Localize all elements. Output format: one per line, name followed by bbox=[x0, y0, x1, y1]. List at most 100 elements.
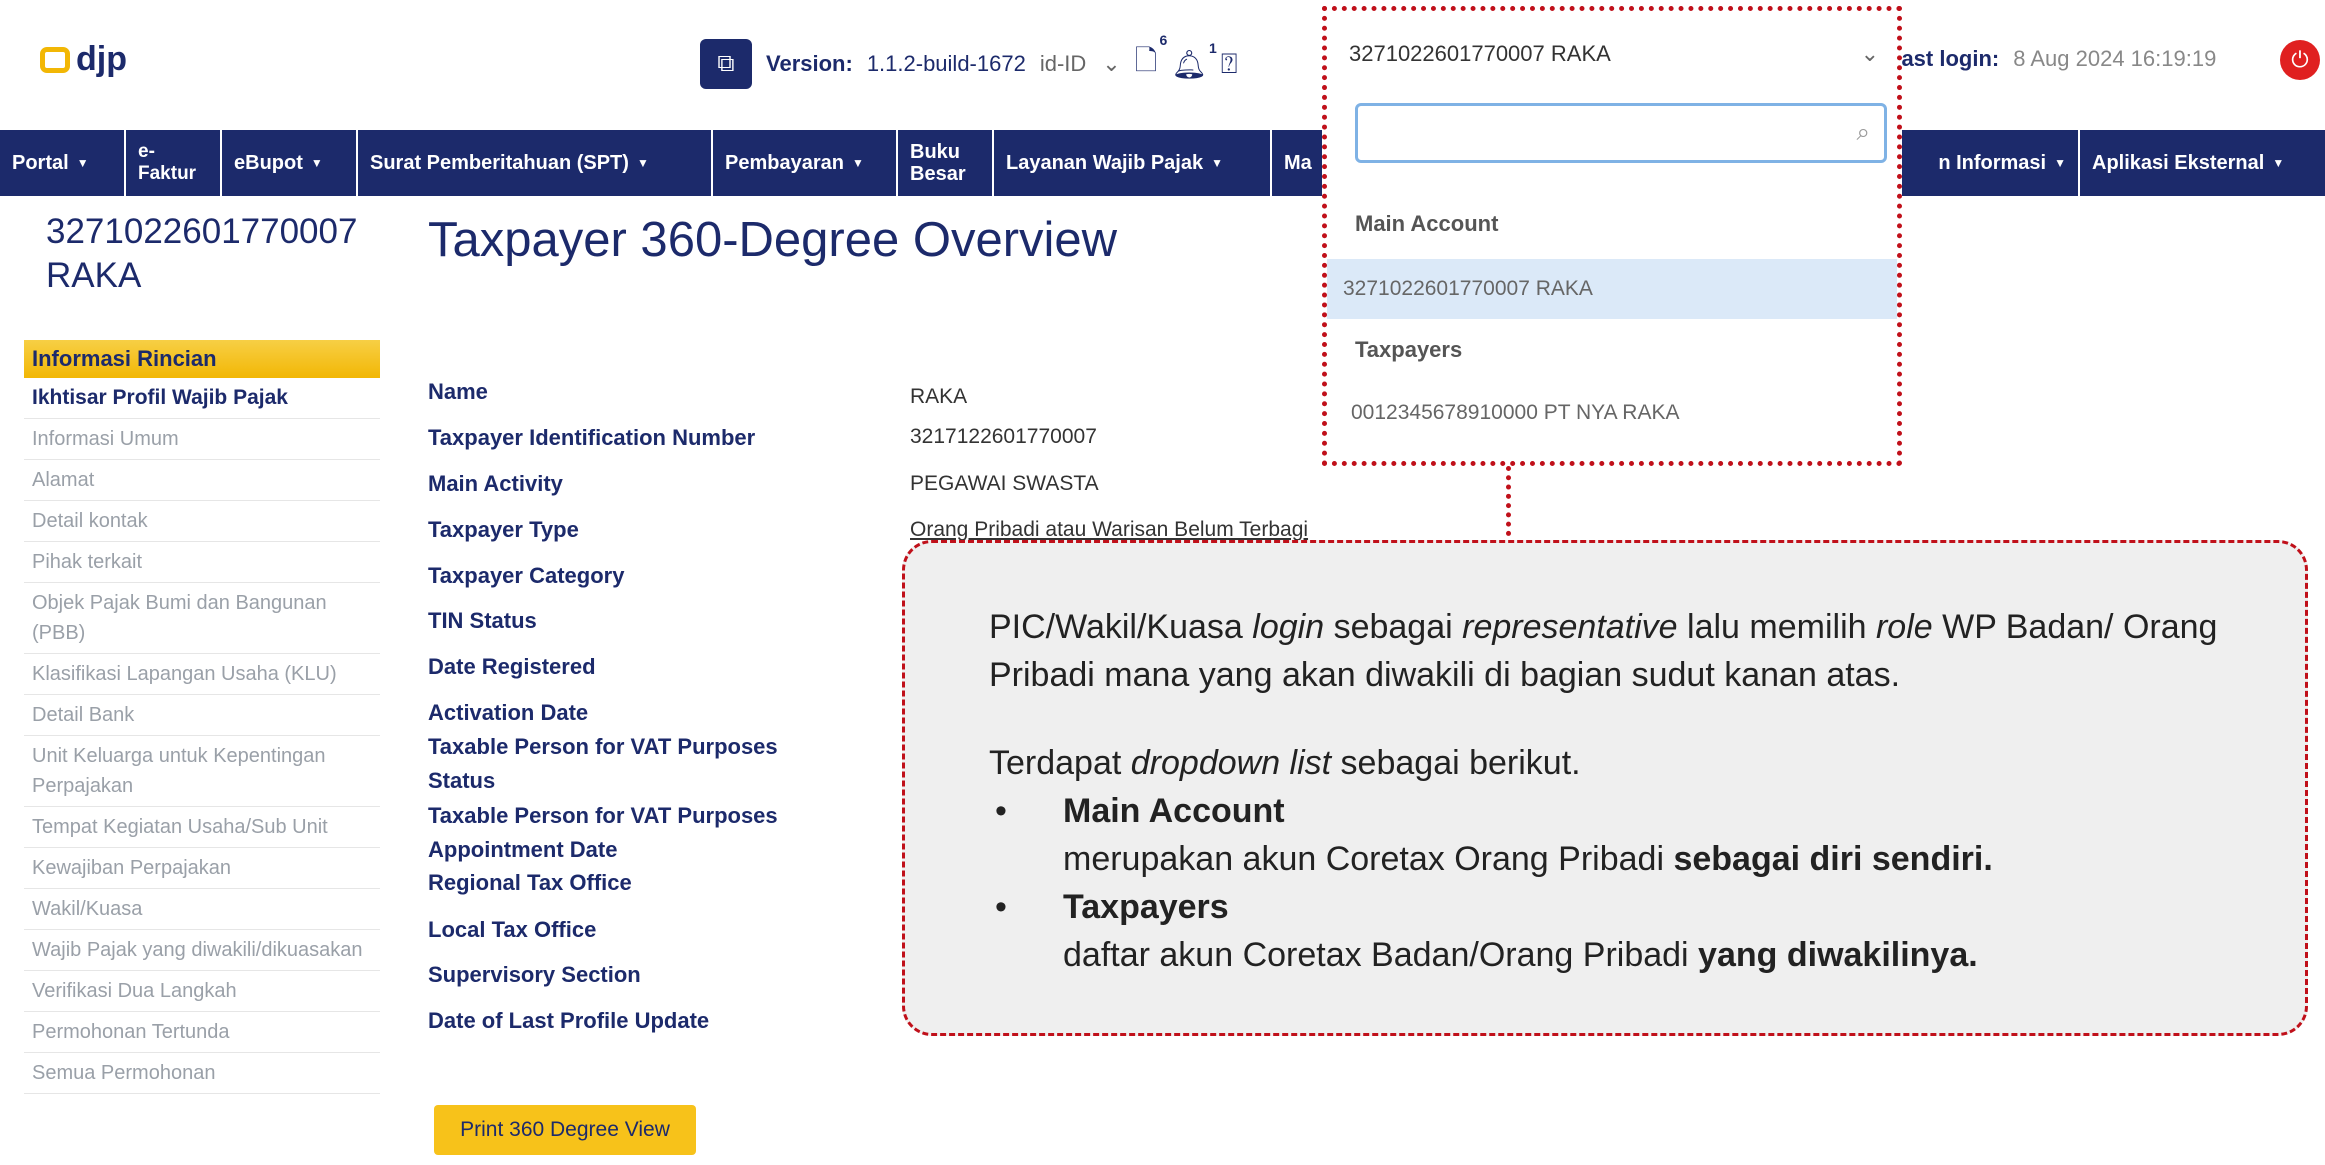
callout-list-item: • Main Account merupakan akun Coretax Or… bbox=[989, 787, 2241, 883]
sidebar-item-wakil-kuasa[interactable]: Wakil/Kuasa bbox=[24, 889, 380, 930]
print-360-button[interactable]: Print 360 Degree View bbox=[434, 1105, 696, 1155]
nav-label: n Informasi bbox=[1938, 152, 2047, 174]
field-label: Local Tax Office bbox=[428, 917, 597, 942]
sidebar-item-pbb[interactable]: Objek Pajak Bumi dan Bangunan (PBB) bbox=[24, 583, 380, 654]
nav-label: Surat Pemberitahuan (SPT) bbox=[370, 152, 629, 174]
field-label: Supervisory Section bbox=[428, 962, 641, 987]
nav-label: Layanan Wajib Pajak bbox=[1006, 152, 1204, 174]
dropdown-option-taxpayer[interactable]: 0012345678910000 PT NYA RAKA bbox=[1327, 383, 1897, 443]
callout-paragraph-2: Terdapat dropdown list sebagai berikut. bbox=[989, 739, 2241, 787]
sidebar-item-unit-keluarga[interactable]: Unit Keluarga untuk Kepentingan Perpajak… bbox=[24, 736, 380, 807]
nav-spt[interactable]: Surat Pemberitahuan (SPT) ▼ bbox=[358, 130, 713, 196]
logout-icon[interactable]: ⏻ bbox=[2280, 40, 2320, 80]
header-tools: ⧉ Version: 1.1.2-build-1672 id-ID ⌄ 🗋 6 🔔… bbox=[700, 32, 1238, 94]
copy-icon[interactable]: ⧉ bbox=[700, 39, 752, 89]
caret-down-icon: ▼ bbox=[2272, 156, 2285, 170]
bell-icon[interactable]: 🔔︎ 1 bbox=[1171, 40, 1217, 81]
sidebar-item-detail-kontak[interactable]: Detail kontak bbox=[24, 501, 380, 542]
field-label: Name bbox=[428, 379, 488, 404]
dropdown-group-main-account: Main Account bbox=[1355, 211, 1499, 236]
callout-item-text: merupakan akun Coretax Orang Pribadi bbox=[1063, 840, 1674, 878]
field-label: Date Registered bbox=[428, 654, 596, 679]
field-label: Taxable Person for VAT Purposes Appointm… bbox=[428, 803, 778, 862]
nav-layanan[interactable]: Layanan Wajib Pajak ▼ bbox=[994, 130, 1272, 196]
callout-text: Terdapat bbox=[989, 744, 1131, 782]
chevron-down-icon: ⌄ bbox=[1102, 51, 1121, 76]
field-label: Taxpayer Identification Number bbox=[428, 425, 756, 450]
field-value: Orang Pribadi atau Warisan Belum Terbagi bbox=[910, 518, 1309, 541]
callout-text: dropdown list bbox=[1130, 744, 1332, 782]
sidebar-item-verifikasi[interactable]: Verifikasi Dua Langkah bbox=[24, 971, 380, 1012]
dropdown-group-taxpayers: Taxpayers bbox=[1355, 337, 1463, 362]
search-icon: ⌕ bbox=[1856, 119, 1870, 146]
dropdown-option-taxpayer[interactable]: 0012345678910000 NYA 0012345678910000 bbox=[1327, 443, 1897, 461]
caret-down-icon: ▼ bbox=[2054, 156, 2066, 170]
sidebar-item-alamat[interactable]: Alamat bbox=[24, 460, 380, 501]
callout-text: sebagai berikut. bbox=[1331, 744, 1581, 782]
app-logo[interactable]: djp bbox=[40, 40, 127, 79]
nav-buku-besar[interactable]: Buku Besar bbox=[898, 130, 994, 196]
nav-pembayaran[interactable]: Pembayaran ▼ bbox=[713, 130, 898, 196]
version-value: 1.1.2-build-1672 bbox=[866, 51, 1026, 76]
caret-down-icon: ▼ bbox=[76, 156, 89, 170]
nav-informasi[interactable]: n Informasi ▼ bbox=[1900, 130, 2080, 196]
field-label: Regional Tax Office bbox=[428, 870, 632, 895]
nav-label: Ma bbox=[1284, 152, 1312, 174]
field-label: TIN Status bbox=[428, 608, 537, 633]
field-label: Taxpayer Type bbox=[428, 517, 579, 542]
field-value: RAKA bbox=[910, 385, 968, 408]
sidebar-item-kewajiban[interactable]: Kewajiban Perpajakan bbox=[24, 848, 380, 889]
sidebar-section-header: Informasi Rincian bbox=[24, 340, 380, 378]
callout-text: role bbox=[1875, 608, 1933, 646]
sidebar-item-pihak-terkait[interactable]: Pihak terkait bbox=[24, 542, 380, 583]
last-login-value: 8 Aug 2024 16:19:19 bbox=[2013, 46, 2217, 71]
explanation-callout: PIC/Wakil/Kuasa login sebagai representa… bbox=[902, 540, 2308, 1036]
caret-down-icon: ▼ bbox=[636, 156, 649, 170]
sidebar-item-tempat-kegiatan[interactable]: Tempat Kegiatan Usaha/Sub Unit bbox=[24, 807, 380, 848]
field-label: Taxpayer Category bbox=[428, 563, 625, 588]
callout-list-item: • Taxpayers daftar akun Coretax Badan/Or… bbox=[989, 883, 2241, 979]
callout-item-text: sebagai diri sendiri. bbox=[1673, 840, 1993, 878]
notification-badge: 1 bbox=[1208, 39, 1217, 56]
role-select[interactable]: 3271022601770007 RAKA ⌄ bbox=[1339, 31, 1889, 77]
sidebar: Informasi Rincian Ikhtisar Profil Wajib … bbox=[24, 340, 380, 1094]
document-icon[interactable]: 🗋 6 bbox=[1135, 32, 1168, 88]
last-login: Last login: 8 Aug 2024 16:19:19 bbox=[1888, 46, 2216, 72]
sidebar-item-permohonan-tertunda[interactable]: Permohonan Tertunda bbox=[24, 1012, 380, 1053]
callout-text: lalu memilih bbox=[1677, 608, 1876, 646]
nav-label: Portal bbox=[12, 152, 69, 174]
sidebar-item-ikhtisar[interactable]: Ikhtisar Profil Wajib Pajak bbox=[24, 378, 380, 419]
role-search-input[interactable] bbox=[1368, 112, 1857, 154]
caret-down-icon: ▼ bbox=[851, 156, 864, 170]
nav-efaktur[interactable]: e-Faktur bbox=[126, 130, 222, 196]
field-value: PEGAWAI SWASTA bbox=[910, 472, 1099, 495]
sidebar-title: 3271022601770007 RAKA bbox=[46, 212, 358, 295]
role-selected-value: 3271022601770007 RAKA bbox=[1349, 41, 1611, 66]
callout-text: PIC/Wakil/Kuasa bbox=[989, 608, 1253, 646]
version-label: Version: bbox=[766, 51, 853, 76]
dropdown-option-main-account[interactable]: 3271022601770007 RAKA bbox=[1327, 259, 1897, 319]
nav-label: Buku Besar bbox=[910, 141, 966, 185]
last-login-label: Last login: bbox=[1888, 46, 2000, 71]
sidebar-item-informasi-umum[interactable]: Informasi Umum bbox=[24, 419, 380, 460]
caret-down-icon: ▼ bbox=[1211, 156, 1223, 170]
nav-portal[interactable]: Portal ▼ bbox=[0, 130, 126, 196]
help-icon[interactable]: ⍰ bbox=[1221, 48, 1238, 81]
field-label: Activation Date bbox=[428, 700, 589, 725]
bullet: • bbox=[995, 888, 1007, 926]
callout-text: login bbox=[1252, 608, 1325, 646]
sidebar-item-diwakili[interactable]: Wajib Pajak yang diwakili/dikuasakan bbox=[24, 930, 380, 971]
callout-text: representative bbox=[1462, 608, 1678, 646]
nav-aplikasi-eksternal[interactable]: Aplikasi Eksternal ▼ bbox=[2080, 130, 2325, 196]
sidebar-item-detail-bank[interactable]: Detail Bank bbox=[24, 695, 380, 736]
nav-ebupot[interactable]: eBupot ▼ bbox=[222, 130, 358, 196]
callout-list: • Main Account merupakan akun Coretax Or… bbox=[989, 787, 2241, 979]
callout-item-text: yang diwakilinya. bbox=[1698, 936, 1978, 974]
main-nav: Portal ▼ e-Faktur eBupot ▼ Surat Pemberita… bbox=[0, 130, 2325, 196]
nav-label: Aplikasi Eksternal bbox=[2092, 152, 2265, 174]
callout-item-title: Main Account bbox=[1063, 792, 1285, 830]
sidebar-item-klu[interactable]: Klasifikasi Lapangan Usaha (KLU) bbox=[24, 654, 380, 695]
sidebar-item-semua-permohonan[interactable]: Semua Permohonan bbox=[24, 1053, 380, 1094]
chevron-down-icon: ⌄ bbox=[1860, 41, 1879, 66]
language-select[interactable]: id-ID ⌄ bbox=[1040, 51, 1121, 77]
